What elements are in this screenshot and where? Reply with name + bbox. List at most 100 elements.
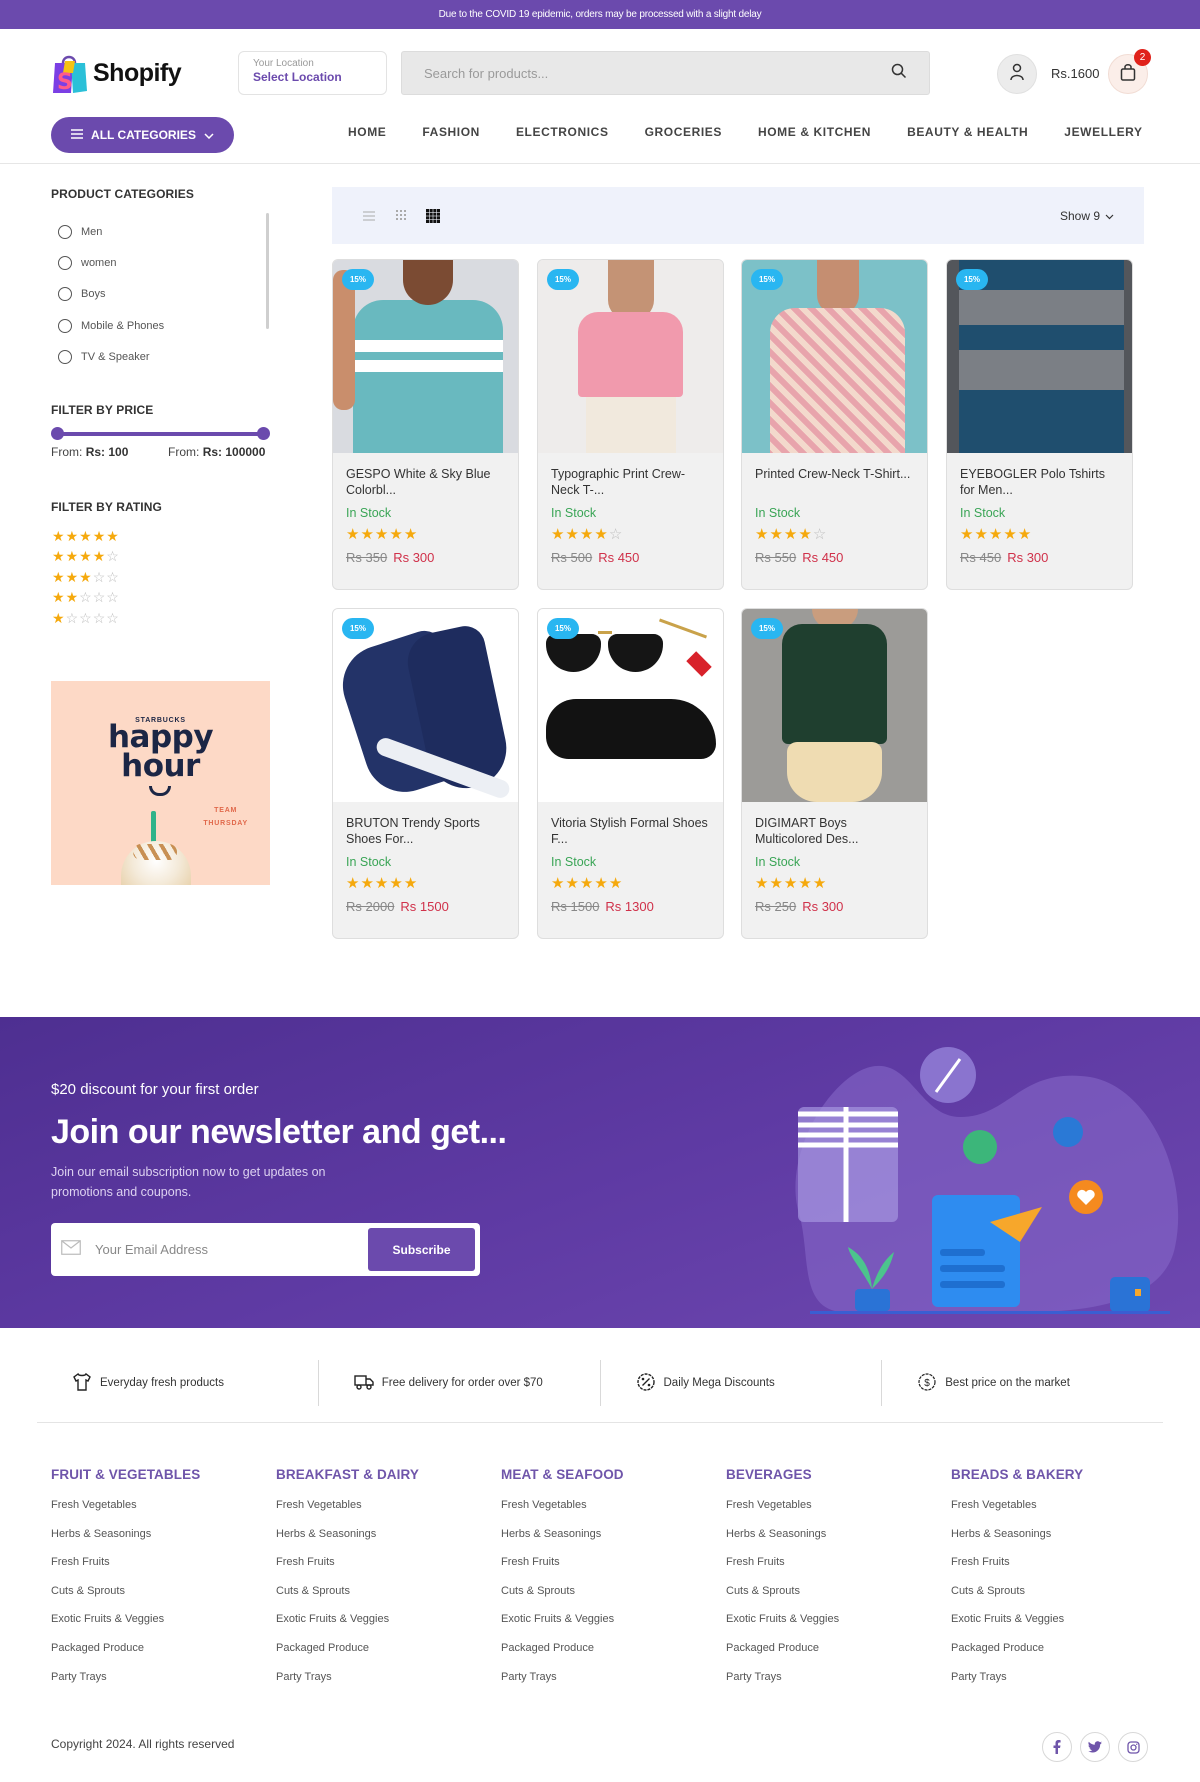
rating-filter-option[interactable]: ★ ★ ★ ★ ★ — [52, 528, 119, 544]
subscribe-button[interactable]: Subscribe — [368, 1228, 475, 1271]
footer-link[interactable]: Herbs & Seasonings — [276, 1527, 496, 1556]
footer-link[interactable]: Fresh Vegetables — [51, 1498, 271, 1527]
footer-link[interactable]: Packaged Produce — [51, 1641, 271, 1670]
star-filled-icon: ★ — [579, 526, 595, 543]
footer-link[interactable]: Fresh Vegetables — [501, 1498, 721, 1527]
product-image[interactable]: 15% — [538, 260, 723, 453]
footer-link[interactable]: Fresh Vegetables — [726, 1498, 946, 1527]
grid-4-view-icon[interactable] — [426, 208, 440, 223]
footer-link[interactable]: Exotic Fruits & Veggies — [51, 1612, 271, 1641]
all-categories-button[interactable]: ALL CATEGORIES — [51, 117, 234, 153]
footer-link[interactable]: Packaged Produce — [726, 1641, 946, 1670]
footer-link[interactable]: Party Trays — [726, 1670, 946, 1699]
promo-banner[interactable]: STARBUCKS happy hour TEAM THURSDAY — [51, 681, 270, 885]
radio-button[interactable] — [58, 318, 72, 333]
footer-link[interactable]: Party Trays — [276, 1670, 496, 1699]
product-name[interactable]: Printed Crew-Neck T-Shirt... — [755, 466, 914, 498]
product-image[interactable]: 15% — [947, 260, 1132, 453]
footer-link[interactable]: Packaged Produce — [501, 1641, 721, 1670]
footer-link[interactable]: Packaged Produce — [951, 1641, 1171, 1670]
footer-link[interactable]: Fresh Fruits — [501, 1555, 721, 1584]
rating-filter-option[interactable]: ★ ★ ☆ ☆ ☆ — [52, 589, 119, 605]
product-name[interactable]: BRUTON Trendy Sports Shoes For... — [346, 815, 505, 847]
nav-electronics[interactable]: ELECTRONICS — [498, 123, 627, 141]
nav-jewellery[interactable]: JEWELLERY — [1046, 123, 1160, 141]
price-range-track[interactable] — [57, 432, 264, 436]
nav-groceries[interactable]: GROCERIES — [627, 123, 740, 141]
rating-filter-option[interactable]: ★ ☆ ☆ ☆ ☆ — [52, 610, 119, 626]
product-image[interactable]: 15% — [333, 260, 518, 453]
radio-button[interactable] — [58, 255, 72, 270]
footer-link[interactable]: Fresh Fruits — [51, 1555, 271, 1584]
rating-filter-option[interactable]: ★ ★ ★ ★ ☆ — [52, 548, 119, 564]
nav-beauty-health[interactable]: BEAUTY & HEALTH — [889, 123, 1046, 141]
list-view-icon[interactable] — [362, 209, 376, 223]
email-input[interactable] — [95, 1242, 368, 1257]
footer-link[interactable]: Exotic Fruits & Veggies — [501, 1612, 721, 1641]
instagram-icon[interactable] — [1118, 1732, 1148, 1762]
price-min-handle[interactable] — [51, 427, 64, 440]
search-icon[interactable] — [891, 63, 907, 84]
account-button[interactable] — [997, 54, 1037, 94]
product-name[interactable]: EYEBOGLER Polo Tshirts for Men... — [960, 466, 1119, 498]
grid-3-view-icon[interactable] — [394, 209, 408, 223]
caramel-drizzle-graphic — [133, 844, 177, 860]
footer-link[interactable]: Party Trays — [51, 1670, 271, 1699]
product-card[interactable]: 15% Printed Crew-Neck T-Shirt... In Stock ★… — [741, 259, 928, 590]
footer-link[interactable]: Party Trays — [951, 1670, 1171, 1699]
footer-link[interactable]: Fresh Fruits — [951, 1555, 1171, 1584]
footer-link[interactable]: Herbs & Seasonings — [951, 1527, 1171, 1556]
product-card[interactable]: 15% Typographic Print Crew-Neck T-... In S… — [537, 259, 724, 590]
facebook-icon[interactable] — [1042, 1732, 1072, 1762]
footer-link[interactable]: Herbs & Seasonings — [726, 1527, 946, 1556]
category-item[interactable]: Men — [58, 216, 273, 247]
footer-link[interactable]: Fresh Fruits — [726, 1555, 946, 1584]
price-max-handle[interactable] — [257, 427, 270, 440]
rating-filter-option[interactable]: ★ ★ ★ ☆ ☆ — [52, 569, 119, 585]
radio-button[interactable] — [58, 349, 72, 364]
category-scrollbar[interactable] — [266, 213, 269, 329]
nav-home-kitchen[interactable]: HOME & KITCHEN — [740, 123, 889, 141]
footer-link[interactable]: Cuts & Sprouts — [951, 1584, 1171, 1613]
show-count-select[interactable]: Show 9 — [1060, 209, 1114, 223]
logo[interactable]: S Shopify — [51, 53, 182, 95]
footer-link[interactable]: Herbs & Seasonings — [501, 1527, 721, 1556]
footer-link[interactable]: Packaged Produce — [276, 1641, 496, 1670]
footer-link[interactable]: Party Trays — [501, 1670, 721, 1699]
footer-link[interactable]: Exotic Fruits & Veggies — [276, 1612, 496, 1641]
product-name[interactable]: Typographic Print Crew-Neck T-... — [551, 466, 710, 498]
product-card[interactable]: 15% BRUTON Trendy Sports Shoes For... In S… — [332, 608, 519, 939]
footer-link[interactable]: Herbs & Seasonings — [51, 1527, 271, 1556]
location-selector[interactable]: Your Location Select Location — [238, 51, 387, 95]
category-item[interactable]: Boys — [58, 279, 273, 310]
radio-button[interactable] — [58, 224, 72, 239]
product-image[interactable]: 15% — [742, 609, 927, 802]
product-image[interactable]: 15% — [742, 260, 927, 453]
product-image[interactable]: 15% — [333, 609, 518, 802]
footer-link[interactable]: Fresh Vegetables — [276, 1498, 496, 1527]
product-card[interactable]: 15% Vitoria Stylish Formal Shoes F... In S… — [537, 608, 724, 939]
product-name[interactable]: GESPO White & Sky Blue Colorbl... — [346, 466, 505, 498]
footer-link[interactable]: Fresh Vegetables — [951, 1498, 1171, 1527]
radio-button[interactable] — [58, 287, 72, 302]
product-card[interactable]: 15% GESPO White & Sky Blue Colorbl... In S… — [332, 259, 519, 590]
product-name[interactable]: DIGIMART Boys Multicolored Des... — [755, 815, 914, 847]
category-item[interactable]: TV & Speaker — [58, 341, 273, 372]
product-image[interactable]: 15% — [538, 609, 723, 802]
footer-link[interactable]: Exotic Fruits & Veggies — [951, 1612, 1171, 1641]
product-name[interactable]: Vitoria Stylish Formal Shoes F... — [551, 815, 710, 847]
twitter-icon[interactable] — [1080, 1732, 1110, 1762]
footer-link[interactable]: Cuts & Sprouts — [276, 1584, 496, 1613]
category-item[interactable]: Mobile & Phones — [58, 310, 273, 341]
search-input[interactable] — [424, 65, 891, 81]
footer-link[interactable]: Cuts & Sprouts — [51, 1584, 271, 1613]
nav-home[interactable]: HOME — [330, 123, 404, 141]
category-item[interactable]: women — [58, 247, 273, 278]
footer-link[interactable]: Fresh Fruits — [276, 1555, 496, 1584]
footer-link[interactable]: Cuts & Sprouts — [501, 1584, 721, 1613]
nav-fashion[interactable]: FASHION — [404, 123, 498, 141]
footer-link[interactable]: Cuts & Sprouts — [726, 1584, 946, 1613]
product-card[interactable]: 15% DIGIMART Boys Multicolored Des... In S… — [741, 608, 928, 939]
product-card[interactable]: 15% EYEBOGLER Polo Tshirts for Men... In S… — [946, 259, 1133, 590]
footer-link[interactable]: Exotic Fruits & Veggies — [726, 1612, 946, 1641]
